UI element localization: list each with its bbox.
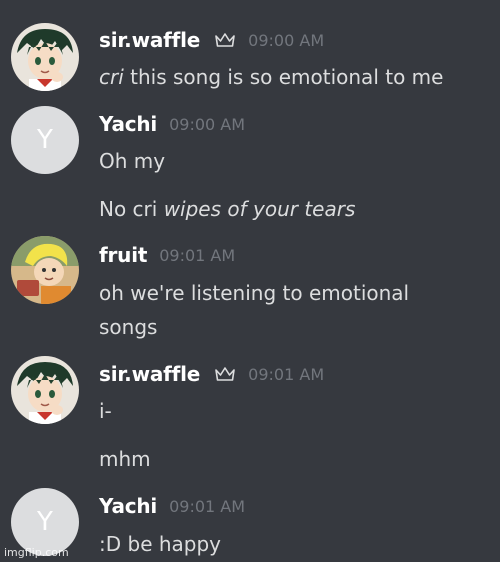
watermark: imgflip.com (4, 546, 69, 559)
avatar-letter: Y (37, 125, 53, 155)
anime-character-avatar-icon (11, 356, 79, 424)
message-text: oh we're listening to emotional (99, 281, 410, 305)
crown-icon (215, 33, 235, 47)
message-header: Yachi 09:00 AM (99, 110, 245, 138)
message-text: :D be happy (99, 532, 222, 556)
avatar[interactable] (11, 356, 79, 424)
anime-character-avatar-icon (11, 23, 79, 91)
message-header: sir.waffle 09:00 AM (99, 26, 324, 54)
username[interactable]: Yachi (99, 112, 157, 136)
avatar[interactable]: Y (11, 106, 79, 174)
avatar[interactable] (11, 236, 79, 304)
italic-text: wipes of your tears (163, 197, 356, 221)
timestamp: 09:00 AM (248, 30, 325, 50)
avatar[interactable] (11, 23, 79, 91)
timestamp: 09:00 AM (169, 114, 246, 134)
message-text: Oh my (99, 149, 166, 173)
crown-icon (215, 367, 235, 381)
text-span: this song is so emotional to me (123, 65, 444, 89)
username[interactable]: fruit (99, 243, 147, 267)
message-text: No cri wipes of your tears (99, 195, 355, 223)
cartoon-character-avatar-icon (11, 236, 79, 304)
timestamp: 09:01 AM (169, 496, 246, 516)
username[interactable]: Yachi (99, 494, 157, 518)
avatar-letter: Y (37, 507, 53, 537)
timestamp: 09:01 AM (248, 364, 325, 384)
message-header: sir.waffle 09:01 AM (99, 360, 324, 388)
message-text: songs (99, 315, 158, 339)
message-text: cri this song is so emotional to me (99, 63, 443, 91)
timestamp: 09:01 AM (159, 245, 236, 265)
message-header: fruit 09:01 AM (99, 241, 235, 269)
username[interactable]: sir.waffle (99, 28, 200, 52)
message-header: Yachi 09:01 AM (99, 492, 245, 520)
message-text: i- (99, 399, 112, 423)
italic-text: cri (99, 65, 124, 89)
text-span: No cri (99, 197, 164, 221)
message-text: mhm (99, 447, 151, 471)
username[interactable]: sir.waffle (99, 362, 200, 386)
